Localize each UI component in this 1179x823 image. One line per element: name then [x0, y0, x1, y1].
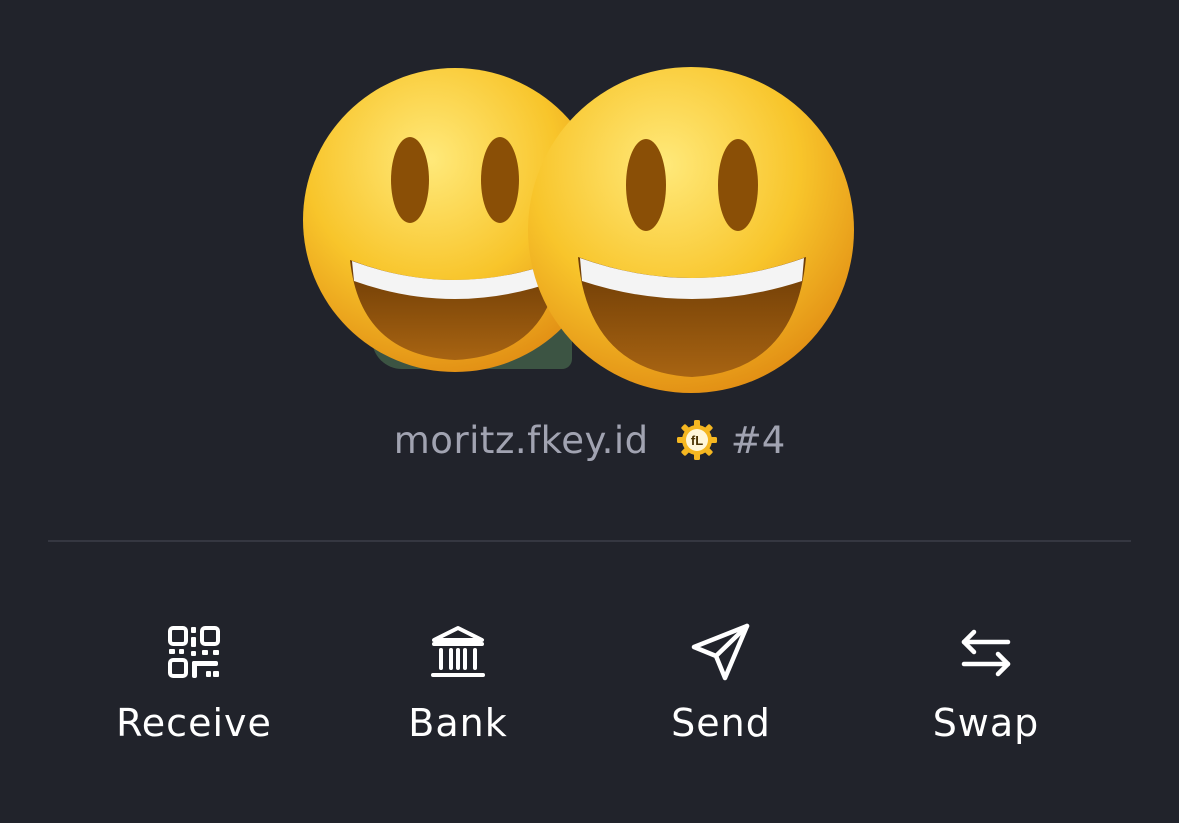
send-icon: [691, 623, 750, 681]
avatar-group: [290, 55, 890, 415]
send-button[interactable]: Send: [601, 620, 841, 760]
bank-icon: [431, 626, 485, 677]
grinning-face-emoji-front: [528, 67, 854, 393]
bank-button[interactable]: Bank: [338, 620, 578, 760]
bank-label: Bank: [408, 701, 508, 745]
gear-badge-icon: fL: [676, 420, 717, 460]
send-label: Send: [671, 701, 771, 745]
receive-button[interactable]: Receive: [74, 620, 314, 760]
action-bar: Receive Bank Send Swap: [0, 620, 1179, 760]
rank-badge: fL #4: [675, 418, 786, 462]
receive-label: Receive: [116, 701, 272, 745]
rank-number: #4: [730, 418, 786, 462]
profile-handle-row: moritz.fkey.id fL #4: [0, 414, 1179, 466]
username: moritz.fkey.id: [393, 418, 649, 462]
swap-button[interactable]: Swap: [866, 620, 1106, 760]
swap-label: Swap: [932, 701, 1040, 745]
divider: [48, 540, 1131, 542]
qr-code-icon: [168, 626, 220, 678]
badge-text: fL: [691, 433, 703, 448]
swap-icon: [961, 629, 1011, 677]
